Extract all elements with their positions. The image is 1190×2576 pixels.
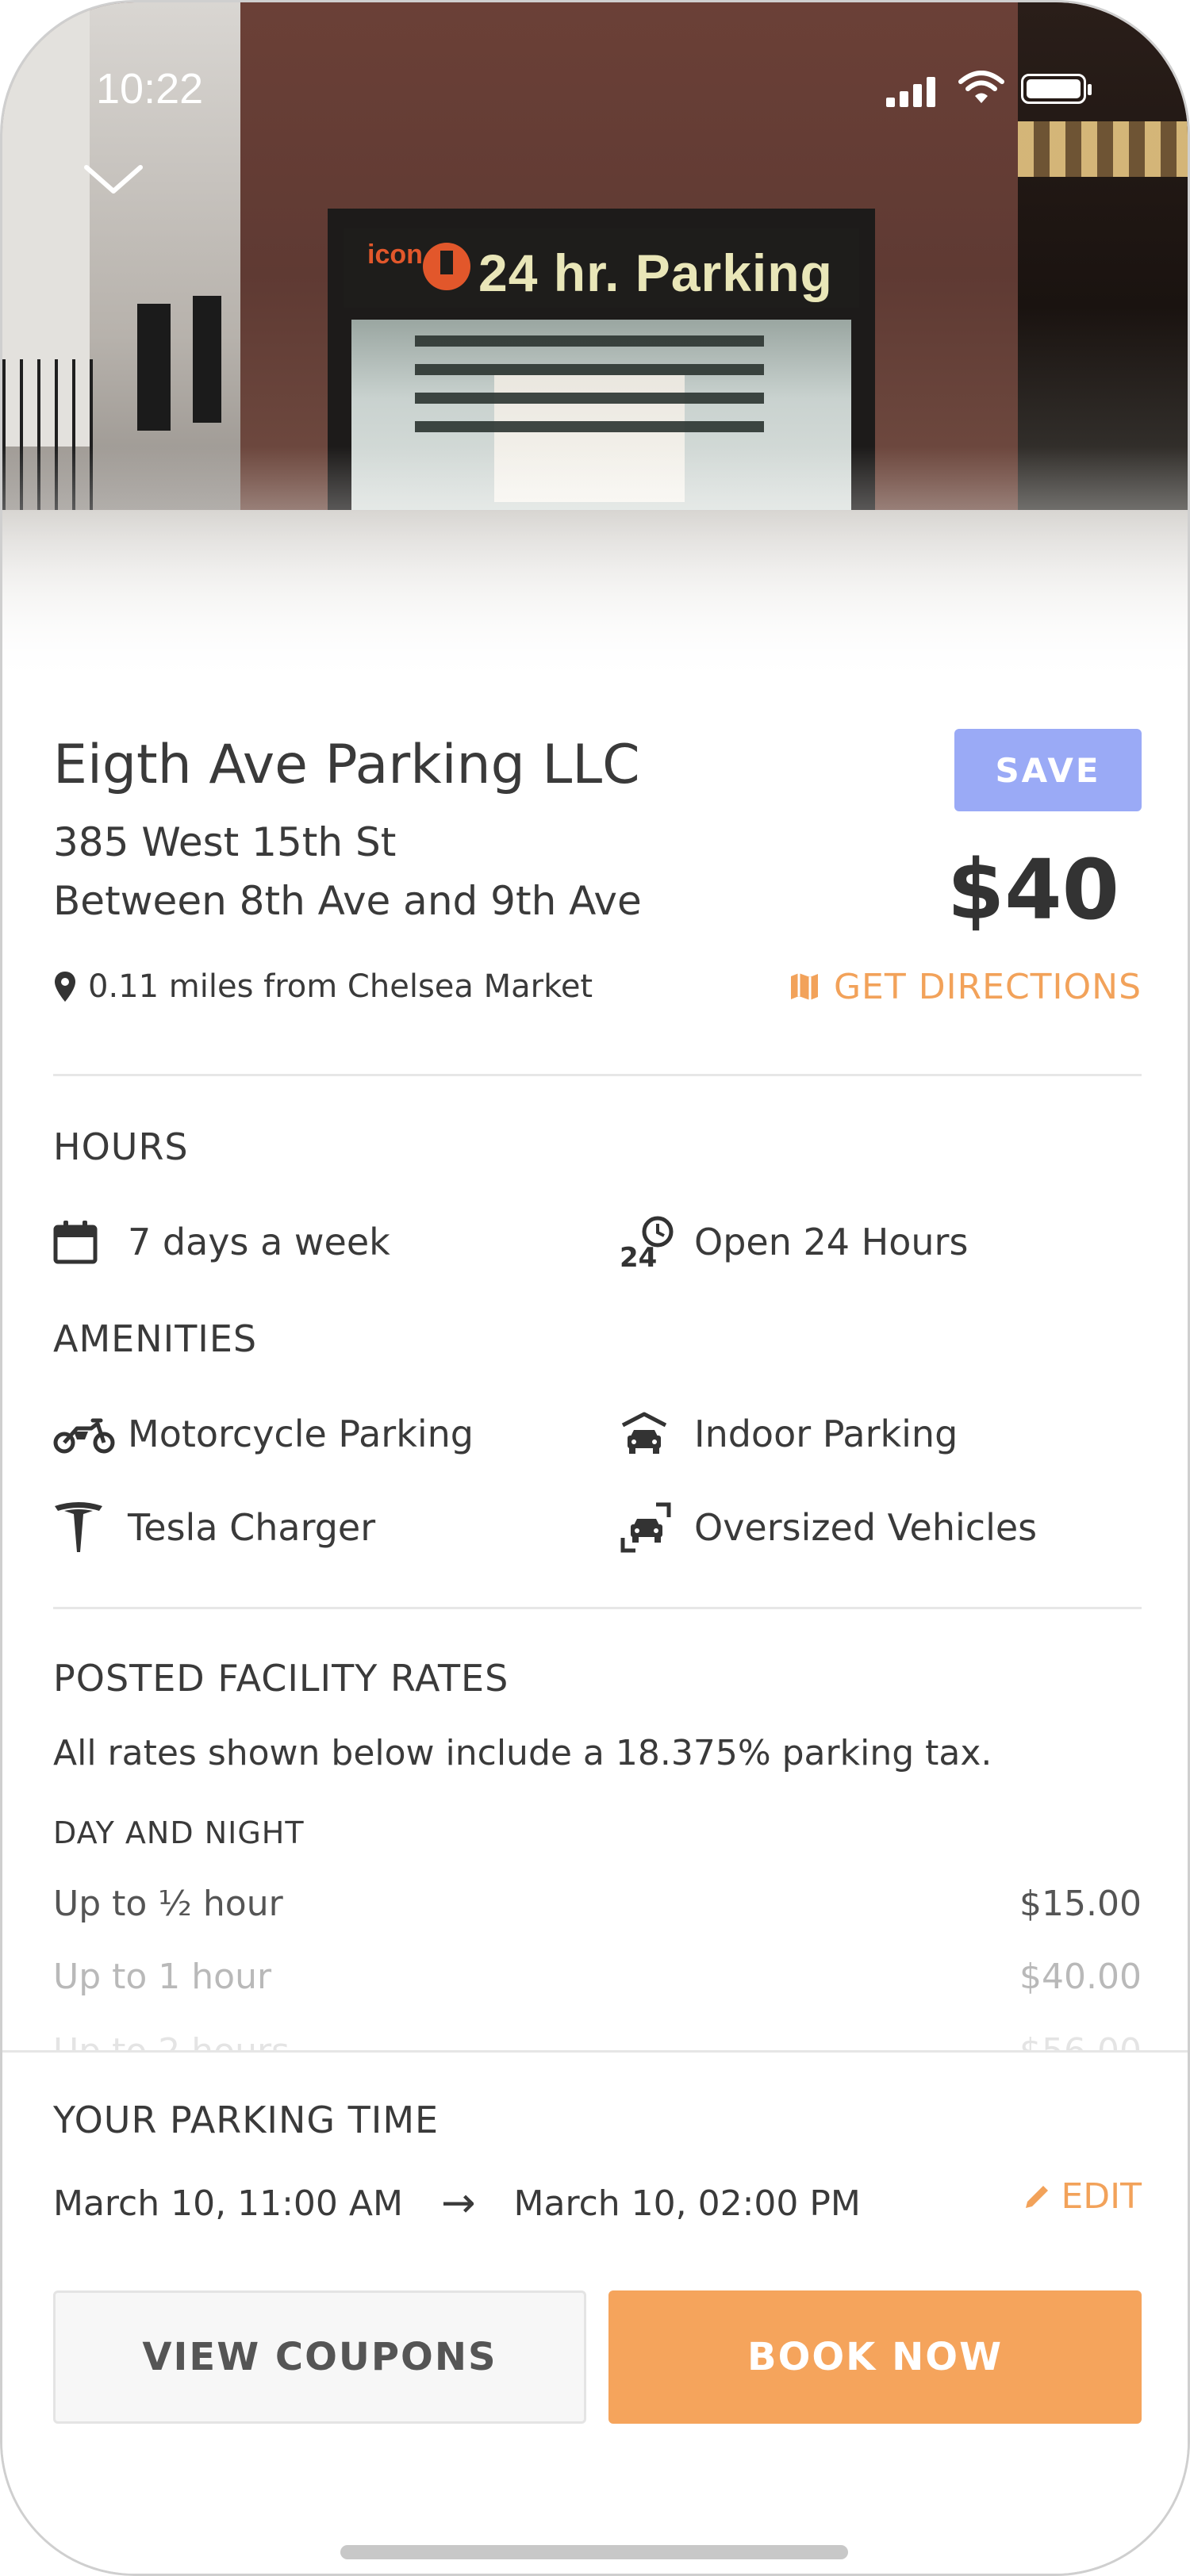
divider [53, 1607, 1142, 1609]
divider [53, 1074, 1142, 1076]
battery-icon [1021, 74, 1092, 104]
hours-item-open: 24 Open 24 Hours [620, 1214, 968, 1270]
facility-name: Eigth Ave Parking LLC [53, 734, 640, 796]
view-coupons-button[interactable]: VIEW COUPONS [53, 2290, 586, 2424]
sign-logo-text: icon [367, 240, 423, 270]
status-icons [886, 71, 1124, 107]
indoor-parking-icon [621, 1412, 667, 1454]
svg-text:24: 24 [620, 1242, 657, 1270]
status-time: 10:22 [96, 65, 204, 113]
home-indicator[interactable] [340, 2545, 848, 2559]
amenities-heading: AMENITIES [53, 1317, 258, 1360]
hours-item-days: 7 days a week [53, 1214, 390, 1270]
sign-logo-mark [423, 243, 470, 290]
wifi-icon [958, 71, 1004, 103]
edit-time-button[interactable]: EDIT [1023, 2176, 1142, 2217]
phone-screen: icon 24 hr. Parking 10:22 Eigth Ave Park… [0, 0, 1190, 2576]
hours-open-label: Open 24 Hours [694, 1221, 969, 1263]
location-pin-icon [55, 972, 75, 1002]
calendar-icon [53, 1221, 98, 1264]
sign-text: 24 hr. Parking [478, 243, 833, 302]
get-directions-link[interactable]: GET DIRECTIONS [789, 965, 1142, 1008]
amenity-oversized-label: Oversized Vehicles [694, 1506, 1038, 1549]
rate-price: $40.00 [1019, 1957, 1142, 1997]
distance-info: 0.11 miles from Chelsea Market [53, 965, 593, 1008]
cellular-signal-icon [886, 75, 937, 107]
pencil-icon [1026, 2185, 1049, 2208]
rate-label: Up to ½ hour [53, 1884, 283, 1924]
rate-row: Up to 1 hour $40.00 [53, 1957, 1142, 1997]
parking-end-time: March 10, 02:00 PM [513, 2183, 861, 2224]
price: $40 [946, 841, 1119, 938]
rate-label: Up to 1 hour [53, 1957, 272, 1997]
address-line-2: Between 8th Ave and 9th Ave [53, 878, 642, 924]
amenity-motorcycle-label: Motorcycle Parking [128, 1413, 474, 1455]
amenity-tesla: Tesla Charger [53, 1500, 375, 1555]
parking-time-heading: YOUR PARKING TIME [53, 2099, 440, 2141]
book-now-button[interactable]: BOOK NOW [608, 2290, 1142, 2424]
clock-24-icon: 24 [620, 1216, 674, 1270]
rate-row: Up to ½ hour $15.00 [53, 1884, 1142, 1924]
parking-start-time: March 10, 11:00 AM [53, 2183, 403, 2224]
hours-days-label: 7 days a week [128, 1221, 390, 1263]
rate-price: $15.00 [1019, 1884, 1142, 1924]
rates-tax-note: All rates shown below include a 18.375% … [53, 1733, 992, 1773]
save-button[interactable]: SAVE [954, 729, 1142, 811]
rates-subheading: DAY AND NIGHT [53, 1815, 305, 1850]
address-line-1: 385 West 15th St [53, 819, 397, 865]
map-icon [790, 973, 818, 1000]
garage-sign: icon 24 hr. Parking [344, 228, 859, 308]
get-directions-label: GET DIRECTIONS [833, 966, 1142, 1007]
distance-text: 0.11 miles from Chelsea Market [88, 968, 593, 1005]
rates-heading: POSTED FACILITY RATES [53, 1657, 509, 1700]
chevron-down-icon[interactable] [82, 159, 145, 199]
oversized-vehicle-icon [620, 1502, 671, 1553]
amenity-motorcycle: Motorcycle Parking [53, 1406, 474, 1462]
edit-label: EDIT [1061, 2176, 1142, 2217]
arrow-right-icon: → [440, 2179, 476, 2227]
amenity-tesla-label: Tesla Charger [128, 1506, 376, 1549]
booking-bottom-sheet: YOUR PARKING TIME March 10, 11:00 AM → M… [2, 2050, 1188, 2574]
amenity-indoor-label: Indoor Parking [694, 1413, 958, 1455]
parking-time-range: March 10, 11:00 AM → March 10, 02:00 PM [53, 2179, 861, 2227]
tesla-icon [55, 1502, 102, 1552]
motorcycle-icon [53, 1418, 115, 1454]
amenity-indoor: Indoor Parking [620, 1406, 958, 1462]
hours-heading: HOURS [53, 1125, 189, 1168]
amenity-oversized: Oversized Vehicles [620, 1500, 1037, 1555]
